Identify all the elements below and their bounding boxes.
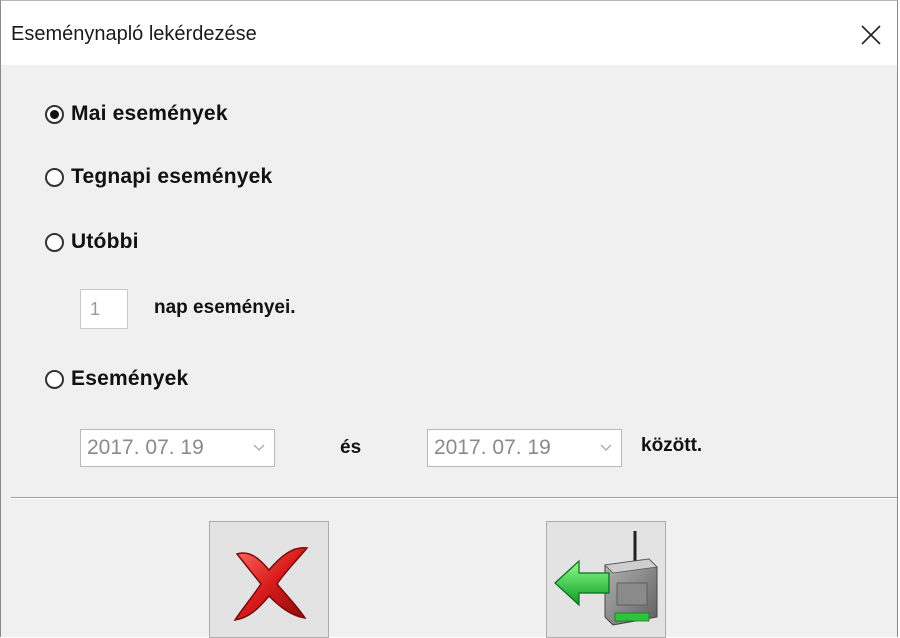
- option-yesterday-label: Tegnapi események: [71, 165, 273, 188]
- download-events-button[interactable]: [546, 521, 666, 638]
- option-last-days-label: Utóbbi: [71, 230, 139, 253]
- green-arrow-device-icon: [554, 530, 658, 626]
- cancel-button[interactable]: [209, 521, 329, 638]
- option-date-range-label: Események: [71, 367, 189, 390]
- option-last-days[interactable]: Utóbbi: [45, 228, 139, 256]
- date-to-value: 2017. 07. 19: [434, 436, 551, 459]
- close-icon: [861, 25, 881, 45]
- radio-button-last-days[interactable]: [45, 232, 64, 252]
- dialog-title: Eseménynapló lekérdezése: [11, 23, 257, 45]
- radio-button-yesterday[interactable]: [45, 167, 64, 187]
- range-conjunction: és: [340, 437, 362, 458]
- red-x-icon: [233, 546, 309, 621]
- date-to-picker[interactable]: 2017. 07. 19: [427, 429, 622, 467]
- date-from-picker[interactable]: 2017. 07. 19: [80, 429, 275, 467]
- option-today-label: Mai események: [71, 102, 228, 125]
- close-button[interactable]: [851, 15, 891, 55]
- option-date-range[interactable]: Események: [45, 365, 188, 393]
- radio-button-date-range[interactable]: [45, 369, 64, 389]
- radio-button-today[interactable]: [45, 104, 64, 124]
- title-bar: Eseménynapló lekérdezése: [1, 1, 897, 65]
- option-yesterday[interactable]: Tegnapi események: [45, 163, 272, 191]
- divider: [11, 497, 897, 499]
- days-suffix-label: nap eseményei.: [154, 297, 296, 318]
- option-today[interactable]: Mai események: [45, 100, 228, 128]
- dialog-window: Eseménynapló lekérdezése Mai események T…: [0, 0, 898, 638]
- days-count-input[interactable]: 1: [80, 289, 128, 329]
- date-from-value: 2017. 07. 19: [87, 436, 204, 459]
- chevron-down-icon[interactable]: [252, 440, 266, 454]
- chevron-down-icon[interactable]: [599, 440, 613, 454]
- range-suffix-label: között.: [641, 435, 703, 456]
